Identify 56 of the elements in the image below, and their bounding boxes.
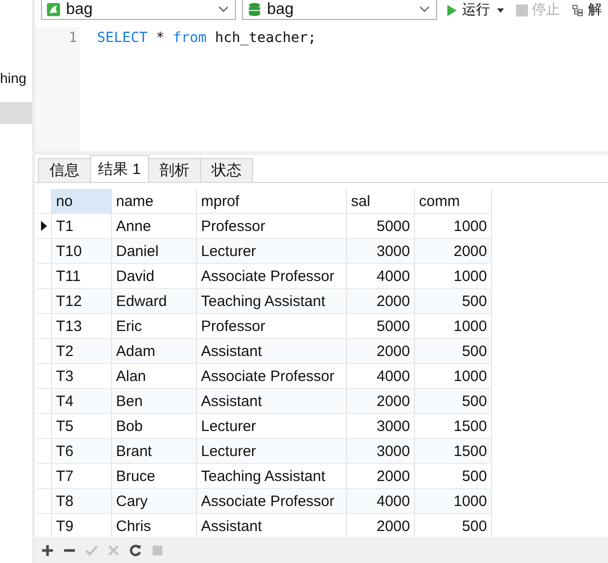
- run-button[interactable]: 运行: [443, 0, 507, 20]
- refresh-icon[interactable]: [129, 544, 142, 556]
- line-number: 1: [68, 30, 77, 46]
- connection-icon: [46, 2, 61, 17]
- sidebar-highlight: [0, 102, 32, 124]
- table-cell: 2000: [346, 288, 414, 314]
- caret-icon: [497, 8, 504, 12]
- tree-diagram-icon: [572, 4, 584, 16]
- table-cell: 500: [414, 288, 492, 314]
- table-cell: 2000: [414, 238, 492, 264]
- table-cell: T2: [52, 338, 112, 364]
- table-cell: Teaching Assistant: [196, 288, 346, 314]
- table-cell: Brant: [112, 438, 196, 464]
- result-tab[interactable]: 信息: [38, 158, 91, 182]
- result-tab[interactable]: 状态: [200, 158, 253, 182]
- table-cell: Ben: [112, 388, 196, 414]
- table-cell: 1500: [414, 438, 492, 464]
- database-dropdown[interactable]: bag: [242, 0, 437, 20]
- table-cell: Edward: [112, 288, 196, 314]
- table-cell: 2000: [346, 388, 414, 414]
- table-cell: Lecturer: [196, 438, 346, 464]
- chevron-icon: [419, 6, 430, 13]
- column-header[interactable]: mprof: [196, 189, 346, 214]
- table-cell: Lecturer: [196, 238, 346, 264]
- stop-icon: [516, 4, 528, 16]
- column-header[interactable]: name: [112, 189, 196, 214]
- table-cell: Daniel: [112, 238, 196, 264]
- table-cell: Adam: [112, 338, 196, 364]
- play-icon: [446, 4, 458, 16]
- table-cell: Assistant: [196, 338, 346, 364]
- column-header[interactable]: no: [52, 189, 112, 214]
- database-icon: [247, 2, 262, 17]
- column-header[interactable]: comm: [414, 189, 492, 214]
- result-tab[interactable]: 剖析: [148, 158, 201, 182]
- explain-button[interactable]: 解: [569, 0, 605, 20]
- table-cell: 3000: [346, 438, 414, 464]
- table-cell: 3000: [346, 238, 414, 264]
- table-cell: 2000: [346, 338, 414, 364]
- table-cell: T6: [52, 438, 112, 464]
- table-cell: 500: [414, 338, 492, 364]
- add-icon[interactable]: [41, 544, 54, 556]
- connection-dropdown[interactable]: bag: [41, 0, 236, 20]
- table-cell: T8: [52, 488, 112, 514]
- table-cell: Assistant: [196, 388, 346, 414]
- sidebar-item[interactable]: hing: [0, 67, 32, 89]
- table-cell: 4000: [346, 488, 414, 514]
- table-cell: Cary: [112, 488, 196, 514]
- column-header[interactable]: sal: [346, 189, 414, 214]
- table-cell: T4: [52, 388, 112, 414]
- chevron-icon: [218, 6, 229, 13]
- table-cell: 500: [414, 388, 492, 414]
- table-cell: T10: [52, 238, 112, 264]
- sql-code-line: SELECT * from hch_teacher;: [97, 30, 316, 46]
- table-cell: 1000: [414, 488, 492, 514]
- table-cell: Associate Professor: [196, 488, 346, 514]
- table-cell: T12: [52, 288, 112, 314]
